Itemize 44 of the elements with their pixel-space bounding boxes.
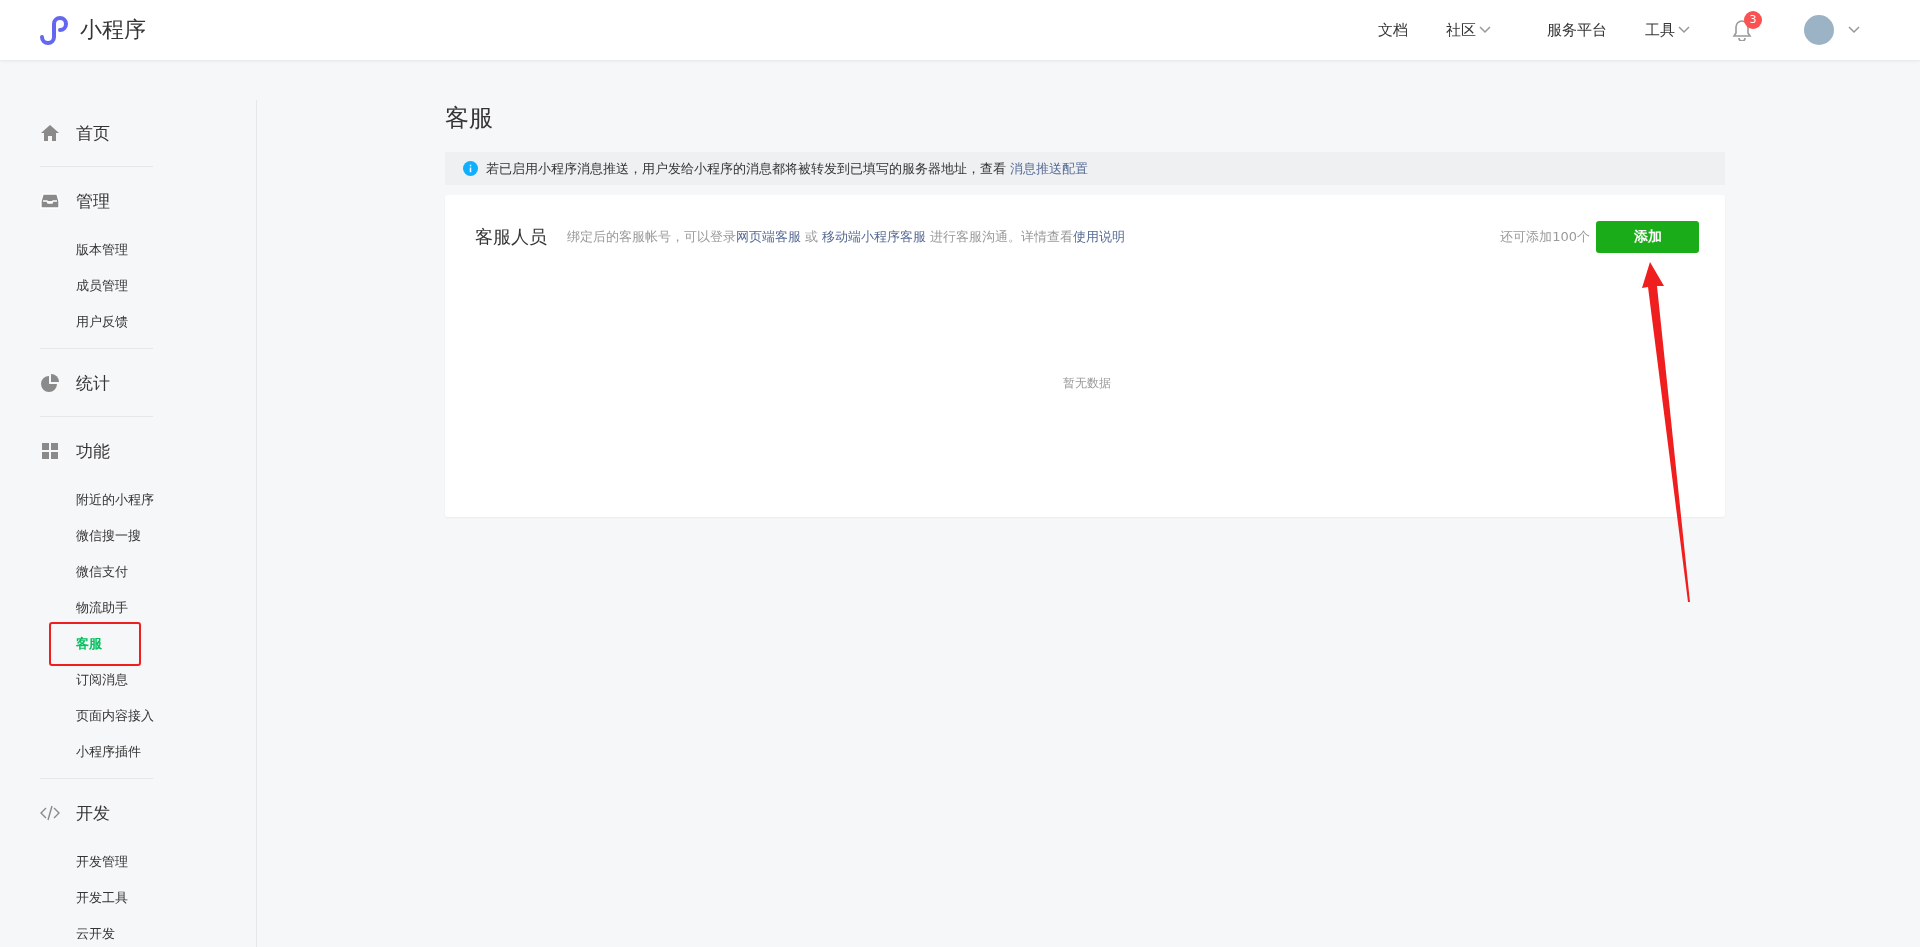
sidebar-section[interactable]: 开发: [76, 801, 110, 825]
sidebar-item[interactable]: 物流助手: [76, 590, 128, 626]
bell-icon[interactable]: [1732, 19, 1752, 41]
empty-text: 暂无数据: [1063, 375, 1111, 392]
code-icon: [40, 803, 60, 823]
notice-text: 若已启用小程序消息推送，用户发给小程序的消息都将被转发到已填写的服务器地址，查看 消息推送配置: [486, 159, 1089, 178]
logo-icon: [38, 15, 70, 45]
nav-link[interactable]: 服务平台: [1547, 20, 1607, 40]
avatar[interactable]: [1804, 15, 1834, 45]
sidebar-section[interactable]: 功能: [76, 439, 110, 463]
sidebar-section[interactable]: 管理: [76, 189, 110, 213]
sidebar-item[interactable]: 微信搜一搜: [76, 518, 141, 554]
sidebar-item[interactable]: 云开发: [76, 916, 115, 947]
sidebar-item[interactable]: 开发工具: [76, 880, 128, 916]
inbox-icon: [40, 191, 60, 211]
sidebar-section[interactable]: 统计: [76, 371, 110, 395]
sidebar-item[interactable]: 小程序插件: [76, 734, 141, 770]
info-icon: [463, 161, 478, 176]
notification-badge: 3: [1744, 11, 1762, 29]
card-title: 客服人员: [475, 225, 547, 249]
sidebar-item[interactable]: 用户反馈: [76, 304, 128, 340]
chevron-icon[interactable]: [1848, 26, 1860, 34]
sidebar-item[interactable]: 成员管理: [76, 268, 128, 304]
sidebar-section[interactable]: 首页: [76, 121, 110, 145]
sidebar-item[interactable]: 开发管理: [76, 844, 128, 880]
nav-link[interactable]: 工具: [1645, 20, 1690, 40]
link[interactable]: 网页端客服: [736, 229, 801, 244]
sidebar-item[interactable]: 页面内容接入: [76, 698, 154, 734]
page-title: 客服: [445, 103, 494, 134]
sidebar-item[interactable]: 版本管理: [76, 232, 128, 268]
link[interactable]: 移动端小程序客服: [822, 229, 927, 244]
sidebar-item[interactable]: 订阅消息: [76, 662, 128, 698]
remaining-count: 还可添加100个: [1500, 228, 1590, 246]
description-text: 绑定后的客服帐号，可以登录网页端客服 或 移动端小程序客服 进行客服沟通。详情查看使用说明: [567, 228, 1126, 246]
logo-text: 小程序: [80, 16, 146, 44]
home-icon: [40, 123, 60, 143]
link[interactable]: 消息推送配置: [1010, 160, 1089, 176]
nav-link[interactable]: 文档: [1378, 20, 1408, 40]
nav-link[interactable]: 社区: [1446, 20, 1491, 40]
sidebar-item[interactable]: 附近的小程序: [76, 482, 154, 518]
pie-chart-icon: [40, 373, 60, 393]
grid-icon: [40, 441, 60, 461]
sidebar-item[interactable]: 微信支付: [76, 554, 128, 590]
link[interactable]: 使用说明: [1073, 229, 1126, 244]
